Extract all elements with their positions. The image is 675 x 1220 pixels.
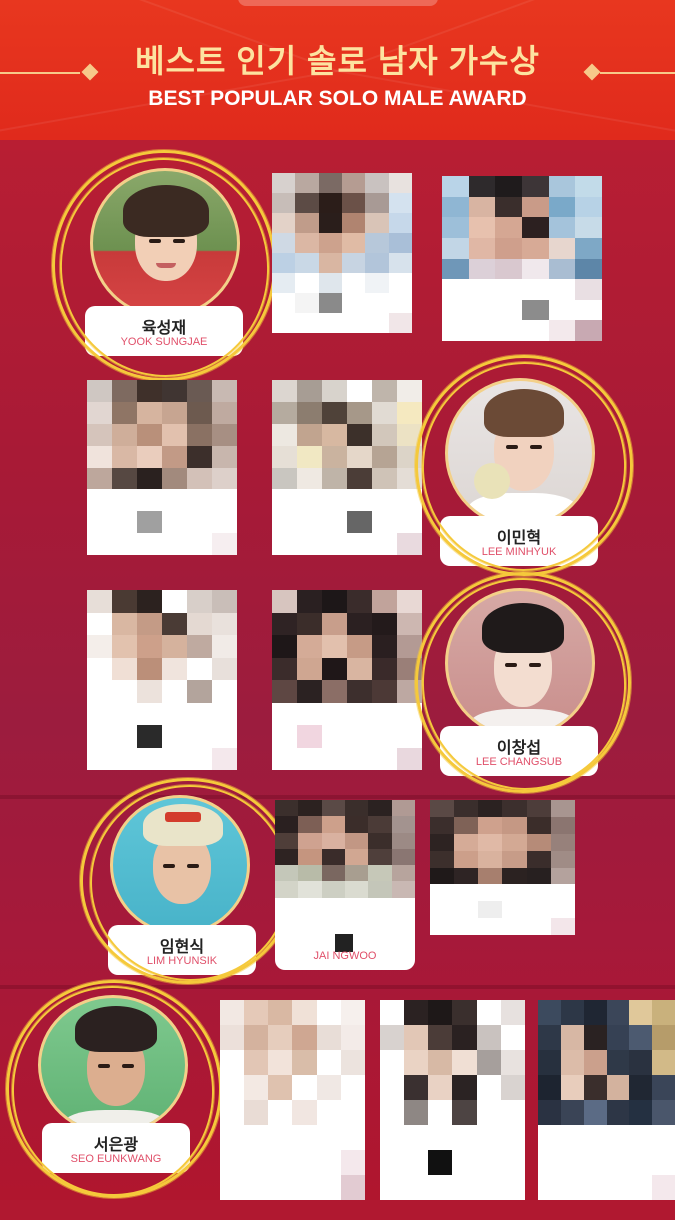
nominee-name-english-partial: JAI NGWOO xyxy=(313,950,377,962)
award-title-korean: 베스트 인기 솔로 남자 가수상 xyxy=(135,43,540,79)
nominee-card-censored[interactable] xyxy=(262,590,422,810)
nominee-card-censored[interactable] xyxy=(85,590,245,810)
nominee-card-censored[interactable] xyxy=(380,1000,540,1220)
pixelated-photo xyxy=(220,1000,365,1200)
pixelated-photo xyxy=(380,1000,525,1200)
nominee-card-censored[interactable]: JAI NGWOO xyxy=(270,800,430,1020)
pixelated-photo xyxy=(87,590,237,770)
award-title-english: BEST POPULAR SOLO MALE AWARD xyxy=(148,87,527,110)
nominee-card-censored[interactable] xyxy=(538,1000,675,1220)
pixelated-photo xyxy=(430,800,575,935)
header-tab xyxy=(238,0,438,6)
nominee-card-censored[interactable] xyxy=(262,380,422,600)
pixelated-photo xyxy=(272,590,422,770)
pixelated-photo xyxy=(272,380,422,555)
nominee-card-censored[interactable] xyxy=(85,380,245,600)
pixelated-photo xyxy=(275,800,415,930)
nominee-name-box: JAI NGWOO xyxy=(275,920,415,970)
nominee-card-censored[interactable] xyxy=(430,800,590,1020)
pixelated-photo xyxy=(442,176,602,341)
pixelated-photo xyxy=(272,173,412,333)
award-header: 베스트 인기 솔로 남자 가수상 BEST POPULAR SOLO MALE … xyxy=(0,0,675,140)
nominee-card-censored[interactable] xyxy=(215,1000,375,1220)
pixelated-photo xyxy=(87,380,237,555)
nominee-card-censored[interactable] xyxy=(262,168,422,388)
pixelated-photo xyxy=(538,1000,675,1200)
